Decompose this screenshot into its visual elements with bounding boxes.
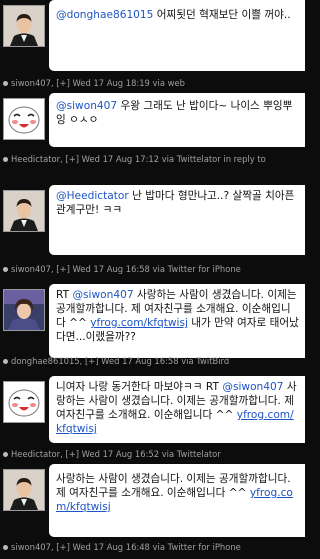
tweet-meta-text: Heedictator, [+] Wed 17 Aug 16:52 via Tw…	[11, 449, 221, 459]
tweet-bubble: RT @siwon407 사랑하는 사람이 생겼습니다. 이제는 공개할까합니다…	[49, 284, 305, 358]
tweet-meta: siwon407, [+] Wed 17 Aug 16:58 via Twitt…	[0, 262, 305, 276]
tweet-meta-text: siwon407, [+] Wed 17 Aug 16:48 via Twitt…	[11, 542, 241, 552]
tweet-meta-text: siwon407, [+] Wed 17 Aug 16:58 via Twitt…	[11, 264, 241, 274]
bullet-icon	[3, 452, 8, 457]
tweet-timeline: @donghae861015 어찌됫던 혁재보단 이쁠 꺼야.. siwon40…	[0, 0, 305, 559]
tweet-meta: donghae861015, [+] Wed 17 Aug 16:58 via …	[0, 354, 305, 368]
tweet-meta-text: siwon407, [+] Wed 17 Aug 18:19 via web	[11, 78, 185, 88]
emoticon-face-avatar[interactable]	[3, 381, 45, 423]
tweet-bubble: @siwon407 우왕 그래도 난 밥이다~ 나이스 뿌잉뿌잉 ㅇㅅㅇ	[49, 93, 305, 147]
mention-link[interactable]: @siwon407	[222, 381, 283, 393]
tweet-bubble: 니여자 나랑 동거한다 마보야ㅋㅋ RT @siwon407 사랑하는 사람이 …	[49, 376, 305, 443]
tweet-text: 니여자 나랑 동거한다 마보야ㅋㅋ RT	[56, 381, 223, 393]
tweet-meta: Heedictator, [+] Wed 17 Aug 16:52 via Tw…	[0, 447, 305, 461]
bullet-icon	[3, 157, 8, 162]
tweet-text: RT	[56, 289, 73, 301]
mention-link[interactable]: @Heedictator	[56, 190, 129, 202]
mention-link[interactable]: @donghae861015	[56, 9, 153, 21]
bullet-icon	[3, 81, 8, 86]
tweet-meta-text: donghae861015, [+] Wed 17 Aug 16:58 via …	[11, 356, 230, 366]
man-in-suit-avatar[interactable]	[3, 190, 45, 232]
bullet-icon	[3, 545, 8, 550]
tweet-text: 어찌됫던 혁재보단 이쁠 꺼야..	[153, 9, 291, 21]
bullet-icon	[3, 359, 8, 364]
bullet-icon	[3, 267, 8, 272]
tweet-bubble: 사랑하는 사람이 생겼습니다. 이제는 공개할까합니다. 제 여자친구를 소개해…	[49, 464, 305, 537]
tweet-meta: siwon407, [+] Wed 17 Aug 16:48 via Twitt…	[0, 540, 305, 554]
man-in-suit-avatar[interactable]	[3, 469, 45, 511]
tweet-bubble: @donghae861015 어찌됫던 혁재보단 이쁠 꺼야..	[49, 0, 305, 71]
mention-link[interactable]: @siwon407	[56, 100, 117, 112]
tweet-bubble: @Heedictator 난 밥마다 형만나고..? 살짝골 치아픈관계구만! …	[49, 185, 305, 255]
tweet-meta: siwon407, [+] Wed 17 Aug 18:19 via web	[0, 76, 305, 90]
tweet-meta: Heedictator, [+] Wed 17 Aug 17:12 via Tw…	[0, 152, 305, 166]
mention-link[interactable]: @siwon407	[72, 289, 133, 301]
yfrog-link[interactable]: yfrog.com/kfqtwisj	[90, 317, 188, 329]
emoticon-face-avatar[interactable]	[3, 98, 45, 140]
man-in-suit-avatar[interactable]	[3, 5, 45, 47]
tweet-meta-text: Heedictator, [+] Wed 17 Aug 17:12 via Tw…	[11, 154, 266, 164]
donghae-photo-avatar[interactable]	[3, 289, 45, 331]
